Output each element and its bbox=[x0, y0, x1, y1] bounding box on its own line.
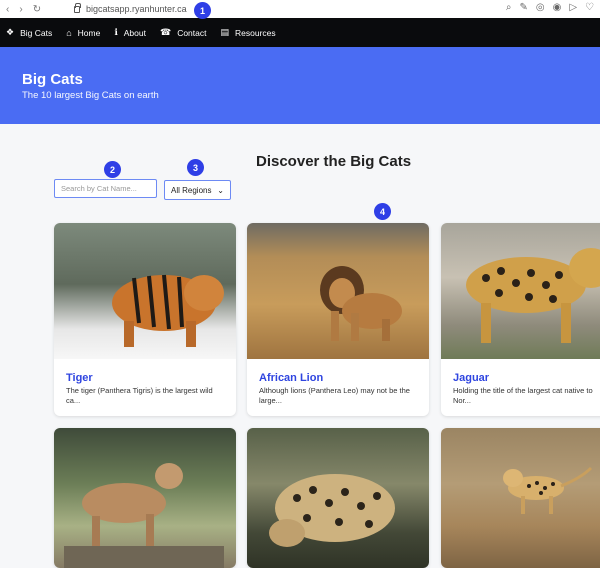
nav-item-resources[interactable]: ▤ Resources bbox=[220, 27, 275, 38]
card-description: Holding the title of the largest cat nat… bbox=[453, 386, 593, 406]
nav-item-about[interactable]: ℹ About bbox=[114, 27, 146, 38]
tiger-illustration bbox=[112, 274, 224, 347]
cat-card-cheetah[interactable] bbox=[441, 428, 600, 568]
paw-icon: ❖ bbox=[6, 27, 15, 37]
edit-icon[interactable]: ✎ bbox=[519, 2, 527, 13]
nav-brand[interactable]: ❖ Big Cats bbox=[6, 27, 52, 38]
forward-icon[interactable]: › bbox=[19, 4, 22, 15]
nav-item-contact[interactable]: ☎ Contact bbox=[160, 27, 207, 38]
top-navigation: ❖ Big Cats ⌂ Home ℹ About ☎ Contact ▤ Re… bbox=[0, 18, 600, 47]
cat-card-tiger[interactable]: Tiger The tiger (Panthera Tigris) is the… bbox=[54, 223, 236, 416]
nav-brand-label: Big Cats bbox=[20, 27, 53, 38]
jaguar-image bbox=[441, 223, 600, 359]
info-icon: ℹ bbox=[114, 27, 118, 37]
cat-card-leopard[interactable] bbox=[247, 428, 429, 568]
back-icon[interactable]: ‹ bbox=[6, 4, 9, 15]
card-title[interactable]: Tiger bbox=[66, 372, 236, 384]
annotation-marker-2: 2 bbox=[104, 161, 121, 178]
nav-item-home[interactable]: ⌂ Home bbox=[66, 28, 100, 38]
lion-image bbox=[247, 223, 429, 359]
camera-icon[interactable]: ◎ bbox=[536, 2, 545, 13]
jaguar-illustration bbox=[466, 248, 600, 343]
search-placeholder: Search by Cat Name... bbox=[61, 184, 137, 193]
shield-icon[interactable]: ◉ bbox=[553, 2, 562, 13]
nav-item-label: About bbox=[123, 27, 146, 38]
nav-item-label: Home bbox=[77, 27, 101, 38]
card-title[interactable]: African Lion bbox=[259, 372, 429, 384]
card-title[interactable]: Jaguar bbox=[453, 372, 600, 384]
annotation-marker-4: 4 bbox=[374, 203, 391, 220]
chevron-down-icon: ⌄ bbox=[217, 185, 224, 195]
search-input[interactable]: Search by Cat Name... bbox=[54, 179, 157, 198]
browser-toolbar: ‹ › ↻ bigcatsapp.ryanhunter.ca ⌕ ✎ ◎ ◉ ▷… bbox=[0, 0, 600, 18]
browser-tools: ⌕ ✎ ◎ ◉ ▷ ♡ bbox=[506, 2, 594, 13]
cat-card-jaguar[interactable]: Jaguar Holding the title of the largest … bbox=[441, 223, 600, 416]
region-select[interactable]: All Regions ⌄ bbox=[164, 180, 231, 200]
cheetah-illustration bbox=[503, 466, 593, 514]
reload-icon[interactable]: ↻ bbox=[33, 4, 41, 15]
url-text[interactable]: bigcatsapp.ryanhunter.ca bbox=[86, 4, 187, 14]
lock-icon bbox=[74, 2, 81, 13]
hero-banner: Big Cats The 10 largest Big Cats on eart… bbox=[0, 47, 600, 124]
card-description: Although lions (Panthera Leo) may not be… bbox=[259, 386, 410, 406]
leopard-image bbox=[247, 428, 429, 568]
heart-icon[interactable]: ♡ bbox=[585, 2, 594, 13]
cougar-image bbox=[54, 428, 236, 568]
hero-title: Big Cats bbox=[22, 71, 83, 88]
cat-card-cougar[interactable] bbox=[54, 428, 236, 568]
cheetah-image bbox=[441, 428, 600, 568]
cougar-illustration bbox=[64, 463, 224, 568]
tiger-image bbox=[54, 223, 236, 359]
annotation-marker-1: 1 bbox=[194, 2, 211, 19]
book-icon: ▤ bbox=[220, 27, 229, 37]
hero-subtitle: The 10 largest Big Cats on earth bbox=[22, 90, 159, 101]
address-bar[interactable]: bigcatsapp.ryanhunter.ca bbox=[74, 2, 187, 14]
nav-item-label: Resources bbox=[235, 27, 276, 38]
send-icon[interactable]: ▷ bbox=[569, 2, 577, 13]
card-description: The tiger (Panthera Tigris) is the large… bbox=[66, 386, 213, 406]
phone-icon: ☎ bbox=[159, 27, 172, 37]
annotation-marker-3: 3 bbox=[187, 159, 204, 176]
lion-illustration bbox=[320, 266, 402, 341]
search-icon[interactable]: ⌕ bbox=[506, 2, 512, 13]
section-title: Discover the Big Cats bbox=[256, 153, 412, 170]
cat-card-african-lion[interactable]: African Lion Although lions (Panthera Le… bbox=[247, 223, 429, 416]
home-icon: ⌂ bbox=[66, 27, 72, 38]
leopard-illustration bbox=[269, 474, 395, 547]
browser-nav-buttons: ‹ › ↻ bbox=[0, 4, 70, 15]
region-selected-value: All Regions bbox=[171, 185, 212, 195]
nav-item-label: Contact bbox=[177, 27, 207, 38]
